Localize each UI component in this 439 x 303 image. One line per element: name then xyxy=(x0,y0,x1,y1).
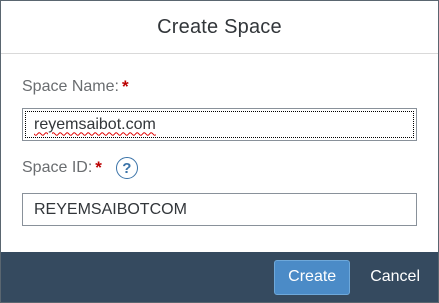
dialog-header: Create Space xyxy=(1,1,438,54)
space-name-required-marker: * xyxy=(121,77,129,96)
space-name-input[interactable]: reyemsaibot.com xyxy=(22,108,417,141)
space-id-label-row: Space ID: * ? xyxy=(22,156,417,180)
cancel-button[interactable]: Cancel xyxy=(368,262,422,292)
space-name-value: reyemsaibot.com xyxy=(34,115,156,133)
space-id-value: REYEMSAIBOTCOM xyxy=(34,200,187,218)
question-circle-icon[interactable]: ? xyxy=(115,157,138,179)
space-id-label: Space ID: xyxy=(22,159,93,176)
dialog-body: Space Name: * reyemsaibot.com Space ID: … xyxy=(1,76,438,226)
space-id-required-marker: * xyxy=(95,158,102,177)
create-button[interactable]: Create xyxy=(274,259,351,295)
space-id-input[interactable]: REYEMSAIBOTCOM xyxy=(22,193,417,226)
space-name-label-row: Space Name: * xyxy=(22,76,417,98)
create-space-dialog: Create Space Space Name: * reyemsaibot.c… xyxy=(0,0,439,303)
dialog-title: Create Space xyxy=(157,15,282,38)
dialog-footer: Create Cancel xyxy=(1,252,438,302)
space-name-label: Space Name: xyxy=(22,78,119,95)
